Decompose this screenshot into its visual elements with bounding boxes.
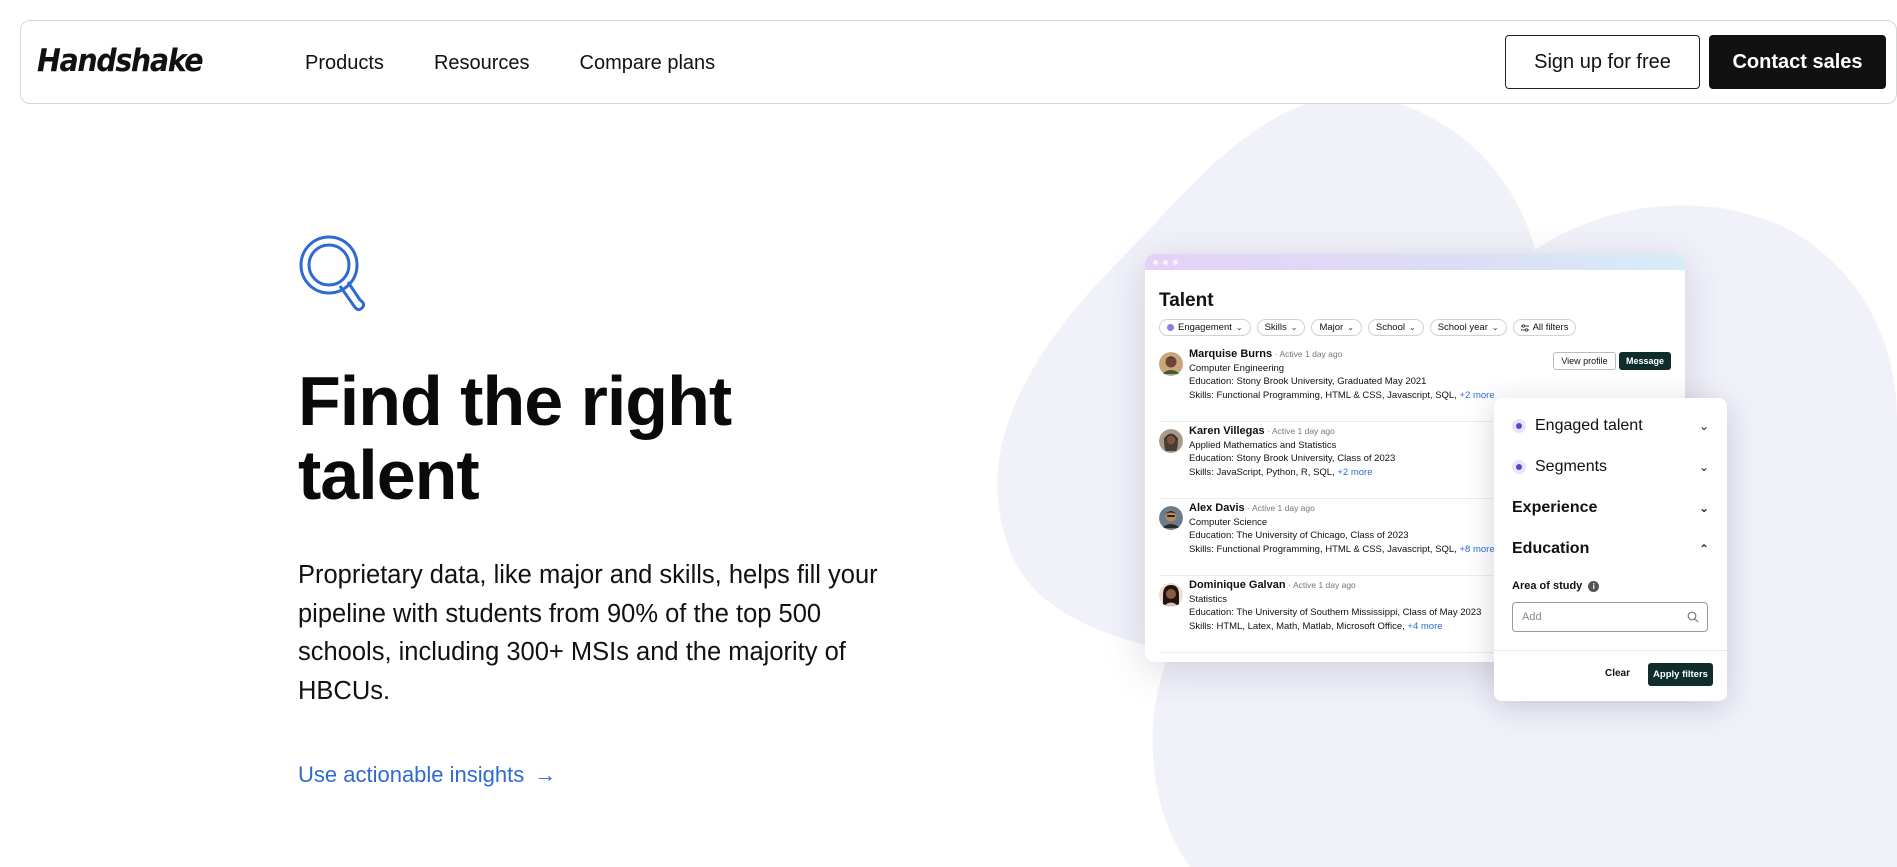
candidate-education: The University of Chicago, Class of 2023 <box>1236 530 1409 541</box>
filter-segments[interactable]: Segments ⌄ <box>1512 455 1709 479</box>
chip-engagement[interactable]: Engagement ⌄ <box>1159 319 1251 336</box>
message-button[interactable]: Message <box>1619 352 1671 370</box>
candidate-active: · Active 1 day ago <box>1274 349 1343 359</box>
candidate-details: Alex Davis · Active 1 day ago Computer S… <box>1189 502 1495 555</box>
avatar <box>1159 583 1183 607</box>
candidate-major: Statistics <box>1189 593 1228 605</box>
chip-school-year[interactable]: School year ⌄ <box>1429 319 1507 336</box>
chevron-down-icon: ⌄ <box>1408 323 1416 332</box>
candidate-education: Stony Brook University, Class of 2023 <box>1236 453 1396 464</box>
talent-title: Talent <box>1159 290 1214 311</box>
view-profile-button[interactable]: View profile <box>1553 352 1616 370</box>
candidate-education: Stony Brook University, Graduated May 20… <box>1236 376 1427 387</box>
apply-filters-button[interactable]: Apply filters <box>1648 663 1713 686</box>
chip-school[interactable]: School ⌄ <box>1367 319 1424 336</box>
window-title-bar <box>1145 254 1685 270</box>
divider <box>1494 650 1727 651</box>
window-dot <box>1163 259 1168 265</box>
hero-title-line2: talent <box>298 436 480 514</box>
handshake-logo[interactable]: Handshake <box>37 43 204 79</box>
info-icon[interactable]: i <box>1588 580 1600 592</box>
actionable-insights-link[interactable]: Use actionable insights → <box>298 762 556 788</box>
filter-panel: Engaged talent ⌄ Segments ⌄ Experience ⌄… <box>1494 398 1727 701</box>
hero-title-line1: Find the right <box>298 362 732 440</box>
arrow-right-icon: → <box>534 762 557 787</box>
nav-link-resources[interactable]: Resources <box>434 52 530 75</box>
more-skills-link[interactable]: +8 more <box>1460 544 1495 555</box>
sign-up-button[interactable]: Sign up for free <box>1505 35 1700 89</box>
filter-engaged-talent[interactable]: Engaged talent ⌄ <box>1512 414 1709 438</box>
search-icon <box>1687 611 1699 623</box>
filter-experience[interactable]: Experience ⌄ <box>1512 496 1709 520</box>
candidate-active: · Active 1 day ago <box>1247 503 1315 513</box>
candidate-active: · Active 1 day ago <box>1267 426 1335 436</box>
chevron-down-icon: ⌄ <box>1235 323 1243 332</box>
candidate-major: Computer Science <box>1189 516 1268 528</box>
chevron-up-icon: ⌃ <box>1698 542 1709 556</box>
chevron-down-icon: ⌄ <box>1698 460 1709 474</box>
verified-badge-icon <box>1512 460 1526 474</box>
more-skills-link[interactable]: +2 more <box>1460 390 1495 401</box>
candidate-active: · Active 1 day ago <box>1288 580 1356 590</box>
candidate-name[interactable]: Alex Davis <box>1189 502 1245 514</box>
area-of-study-input[interactable]: Add <box>1512 602 1708 632</box>
nav-link-products[interactable]: Products <box>305 52 384 75</box>
sliders-icon <box>1520 323 1529 332</box>
candidate-name[interactable]: Karen Villegas <box>1189 425 1265 437</box>
window-dot <box>1153 259 1158 265</box>
hero-title: Find the right talent <box>298 364 858 512</box>
top-navigation: Handshake Products Resources Compare pla… <box>20 20 1897 104</box>
candidate-education: The University of Southern Mississippi, … <box>1236 607 1482 618</box>
chevron-down-icon: ⌄ <box>1290 323 1298 332</box>
contact-sales-button[interactable]: Contact sales <box>1709 35 1886 89</box>
hero-description: Proprietary data, like major and skills,… <box>298 561 878 705</box>
engagement-dot-icon <box>1167 324 1174 331</box>
candidate-details: Marquise Burns · Active 1 day ago Comput… <box>1189 348 1495 401</box>
actionable-insights-label: Use actionable insights <box>298 762 525 787</box>
window-dot <box>1173 259 1178 265</box>
candidate-major: Computer Engineering <box>1189 362 1285 374</box>
more-skills-link[interactable]: +2 more <box>1337 467 1372 478</box>
candidate-skills: Functional Programming, HTML & CSS, Java… <box>1216 389 1457 401</box>
candidate-name[interactable]: Dominique Galvan <box>1189 579 1286 591</box>
avatar <box>1159 429 1183 453</box>
chip-all-filters[interactable]: All filters <box>1512 319 1577 336</box>
candidate-name[interactable]: Marquise Burns <box>1189 348 1272 360</box>
chevron-down-icon: ⌄ <box>1347 323 1354 332</box>
chevron-down-icon: ⌄ <box>1698 419 1709 433</box>
area-of-study-label: Area of study i <box>1512 580 1600 592</box>
avatar <box>1159 352 1183 376</box>
candidate-skills: Functional Programming, HTML & CSS, Java… <box>1216 543 1457 555</box>
more-skills-link[interactable]: +4 more <box>1407 621 1442 632</box>
candidate-major: Applied Mathematics and Statistics <box>1189 439 1337 451</box>
search-magnifier-icon <box>299 235 366 312</box>
candidate-details: Dominique Galvan · Active 1 day ago Stat… <box>1189 579 1482 632</box>
candidate-details: Karen Villegas · Active 1 day ago Applie… <box>1189 425 1396 478</box>
chip-major[interactable]: Major ⌄ <box>1311 319 1362 336</box>
chevron-down-icon: ⌄ <box>1698 501 1709 515</box>
filter-education[interactable]: Education ⌃ <box>1512 537 1709 561</box>
chevron-down-icon: ⌄ <box>1491 323 1499 332</box>
avatar <box>1159 506 1183 530</box>
candidate-skills: HTML, Latex, Math, Matlab, Microsoft Off… <box>1216 620 1405 632</box>
clear-button[interactable]: Clear <box>1605 663 1630 683</box>
nav-link-compare-plans[interactable]: Compare plans <box>580 52 716 75</box>
filter-chips: Engagement ⌄ Skills ⌄ Major ⌄ School ⌄ S… <box>1159 319 1577 336</box>
verified-badge-icon <box>1512 419 1526 433</box>
candidate-skills: JavaScript, Python, R, SQL, <box>1216 466 1335 478</box>
nav-links: Products Resources Compare plans <box>305 21 765 105</box>
chip-skills[interactable]: Skills ⌄ <box>1256 319 1306 336</box>
